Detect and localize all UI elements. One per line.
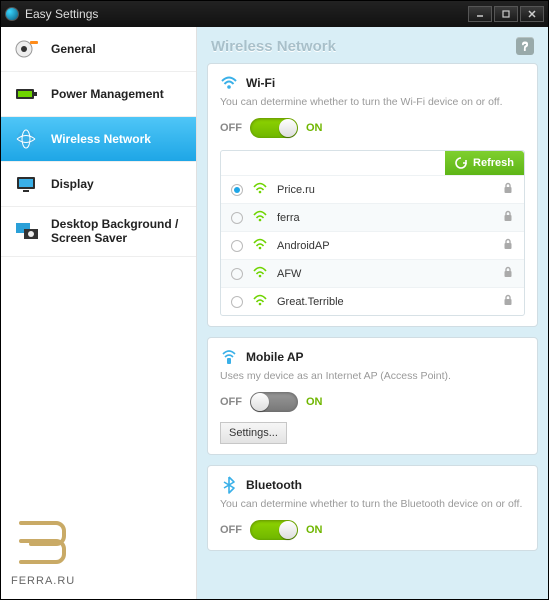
sidebar-item-wireless[interactable]: Wireless Network [1,117,196,162]
signal-icon [253,238,267,253]
network-name: AndroidAP [277,240,492,252]
lock-icon [502,238,514,253]
mobile-ap-card: Mobile AP Uses my device as an Internet … [207,337,538,455]
network-radio[interactable] [231,296,243,308]
content-header: Wireless Network ? [207,35,538,63]
wireless-icon [13,127,41,151]
bluetooth-off-label: OFF [220,524,242,536]
maximize-button[interactable] [494,6,518,22]
sidebar-item-power[interactable]: Power Management [1,72,196,117]
mobile-ap-on-label: ON [306,396,323,408]
mobile-ap-settings-button[interactable]: Settings... [220,422,287,444]
signal-icon [253,210,267,225]
bluetooth-card: Bluetooth You can determine whether to t… [207,465,538,551]
bluetooth-desc: You can determine whether to turn the Bl… [220,498,525,510]
sidebar-item-label: Display [51,177,184,191]
mobile-ap-toggle[interactable] [250,392,298,412]
refresh-icon [455,157,467,169]
wifi-network-row[interactable]: Great.Terrible [221,287,524,315]
close-button[interactable] [520,6,544,22]
network-radio[interactable] [231,268,243,280]
mobile-ap-desc: Uses my device as an Internet AP (Access… [220,370,525,382]
content-area: Wireless Network ? Wi-Fi You can determi… [197,27,548,599]
network-radio[interactable] [231,240,243,252]
refresh-label: Refresh [473,157,514,169]
wifi-toggle[interactable] [250,118,298,138]
network-radio[interactable] [231,184,243,196]
power-icon [13,82,41,106]
body: General Power Management Wireless Networ… [1,27,548,599]
sidebar-item-label: Power Management [51,87,184,101]
wifi-network-row[interactable]: Price.ru [221,175,524,203]
titlebar[interactable]: Easy Settings [1,1,548,27]
wifi-card: Wi-Fi You can determine whether to turn … [207,63,538,327]
network-name: AFW [277,268,492,280]
network-name: Great.Terrible [277,296,492,308]
sidebar-item-general[interactable]: General [1,27,196,72]
mobile-ap-toggle-row: OFF ON [220,392,525,412]
mobile-ap-off-label: OFF [220,396,242,408]
refresh-button[interactable]: Refresh [445,151,524,175]
wifi-title: Wi-Fi [246,76,275,90]
wifi-icon [220,74,238,92]
wifi-toggle-row: OFF ON [220,118,525,138]
bluetooth-toggle[interactable] [250,520,298,540]
general-icon [13,37,41,61]
minimize-button[interactable] [468,6,492,22]
sidebar-item-label: Desktop Background / Screen Saver [51,217,184,246]
wifi-network-row[interactable]: ferra [221,203,524,231]
sidebar-item-display[interactable]: Display [1,162,196,207]
wifi-networks: Refresh Price.ru ferra AndroidAP AFW Great.T… [220,150,525,316]
network-name: Price.ru [277,184,492,196]
wifi-network-row[interactable]: AndroidAP [221,231,524,259]
network-name: ferra [277,212,492,224]
wifi-off-label: OFF [220,122,242,134]
lock-icon [502,266,514,281]
network-radio[interactable] [231,212,243,224]
sidebar-item-label: Wireless Network [51,132,184,146]
lock-icon [502,182,514,197]
lock-icon [502,210,514,225]
mobile-ap-icon [220,348,238,366]
signal-icon [253,182,267,197]
desktop-bg-icon [13,219,41,243]
bluetooth-title: Bluetooth [246,478,302,492]
wifi-desc: You can determine whether to turn the Wi… [220,96,525,108]
mobile-ap-title: Mobile AP [246,350,304,364]
lock-icon [502,294,514,309]
wifi-on-label: ON [306,122,323,134]
page-title: Wireless Network [211,38,336,55]
bluetooth-toggle-row: OFF ON [220,520,525,540]
help-button[interactable]: ? [516,37,534,55]
wifi-network-row[interactable]: AFW [221,259,524,287]
watermark: FERRA.RU [1,505,196,599]
signal-icon [253,266,267,281]
sidebar-item-label: General [51,42,184,56]
display-icon [13,172,41,196]
signal-icon [253,294,267,309]
window-title: Easy Settings [25,7,466,21]
app-window: Easy Settings General Power Management [0,0,549,600]
sidebar-item-desktop[interactable]: Desktop Background / Screen Saver [1,207,196,257]
watermark-text: FERRA.RU [11,575,186,587]
app-icon [5,7,19,21]
sidebar: General Power Management Wireless Networ… [1,27,197,599]
bluetooth-on-label: ON [306,524,323,536]
bluetooth-icon [220,476,238,494]
